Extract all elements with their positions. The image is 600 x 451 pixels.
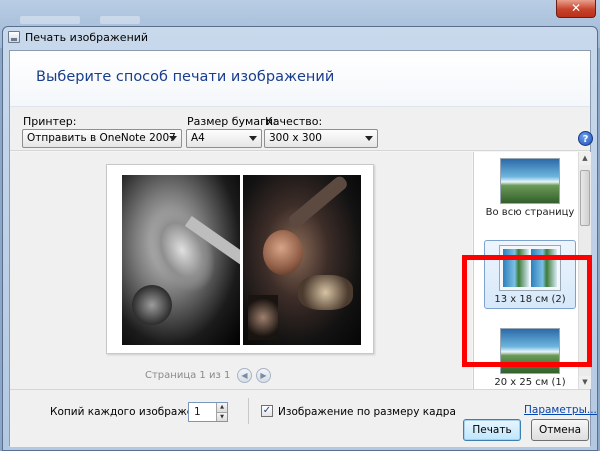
spin-down-icon[interactable]: ▼	[216, 412, 227, 421]
fit-to-frame-checkbox[interactable]: ✓	[261, 405, 273, 417]
copies-input[interactable]: 1 ▲ ▼	[188, 402, 228, 422]
arrow-right-icon: ▶	[260, 371, 267, 380]
window-title: Печать изображений	[25, 31, 149, 44]
title-bar: Печать изображений	[3, 27, 597, 49]
dialog-client: Выберите способ печати изображений Принт…	[9, 50, 597, 447]
photo-shape	[248, 295, 278, 340]
spin-up-icon[interactable]: ▲	[216, 403, 227, 412]
printer-select[interactable]: Отправить в OneNote 2007	[22, 129, 182, 148]
paper-size-value: A4	[191, 132, 205, 144]
paper-size-label: Размер бумаги:	[187, 115, 277, 128]
dialog-header: Выберите способ печати изображений	[10, 51, 590, 107]
arrow-left-icon: ◀	[241, 371, 248, 380]
red-highlight-box	[462, 255, 592, 367]
options-link[interactable]: Параметры...	[524, 404, 597, 416]
chevron-down-icon	[249, 136, 257, 141]
page-counter: Страница 1 из 1	[145, 370, 231, 381]
previous-page-button[interactable]: ◀	[237, 368, 252, 383]
photo-shape	[263, 230, 303, 275]
layout-caption: Во всю страницу	[485, 207, 575, 218]
preview-area: Страница 1 из 1 ◀ ▶	[10, 152, 472, 389]
preview-photo-bw-guitarist	[122, 175, 240, 345]
printer-value: Отправить в OneNote 2007	[27, 132, 176, 144]
print-button[interactable]: Печать	[463, 419, 521, 441]
quality-label: Качество:	[265, 115, 323, 128]
chevron-down-icon	[169, 136, 177, 141]
header-prompt: Выберите способ печати изображений	[36, 69, 335, 85]
next-page-button[interactable]: ▶	[256, 368, 271, 383]
help-icon[interactable]: ?	[578, 131, 593, 146]
background-close-button[interactable]: ✕	[556, 0, 596, 18]
preview-photo-color-guitarist	[243, 175, 361, 345]
fit-to-frame-label: Изображение по размеру кадра	[278, 406, 456, 418]
printer-label: Принтер:	[23, 115, 77, 128]
layout-caption: 20 x 25 см (1)	[494, 377, 566, 388]
photo-shape	[298, 275, 353, 310]
chevron-down-icon	[365, 136, 373, 141]
scroll-down-icon[interactable]: ▼	[579, 376, 591, 389]
quality-select[interactable]: 300 x 300	[264, 129, 378, 148]
background-ghost	[20, 16, 80, 24]
layout-thumbnail	[500, 158, 560, 204]
scroll-up-icon[interactable]: ▲	[579, 152, 591, 165]
layout-item-full-page[interactable]: Во всю страницу	[484, 158, 576, 218]
scroll-thumb[interactable]	[580, 170, 590, 226]
photo-shape	[286, 175, 350, 230]
options-bar: Принтер: Отправить в OneNote 2007 Размер…	[10, 107, 593, 151]
copies-value: 1	[194, 406, 201, 418]
page-preview	[106, 164, 374, 354]
print-pictures-dialog: Печать изображений Выберите способ печат…	[2, 26, 598, 451]
photo-shape	[132, 285, 172, 325]
paper-size-select[interactable]: A4	[186, 129, 262, 148]
printer-icon	[8, 31, 20, 43]
background-ghost	[100, 16, 140, 24]
quality-value: 300 x 300	[269, 132, 322, 144]
separator	[248, 398, 249, 424]
cancel-button[interactable]: Отмена	[531, 419, 589, 441]
